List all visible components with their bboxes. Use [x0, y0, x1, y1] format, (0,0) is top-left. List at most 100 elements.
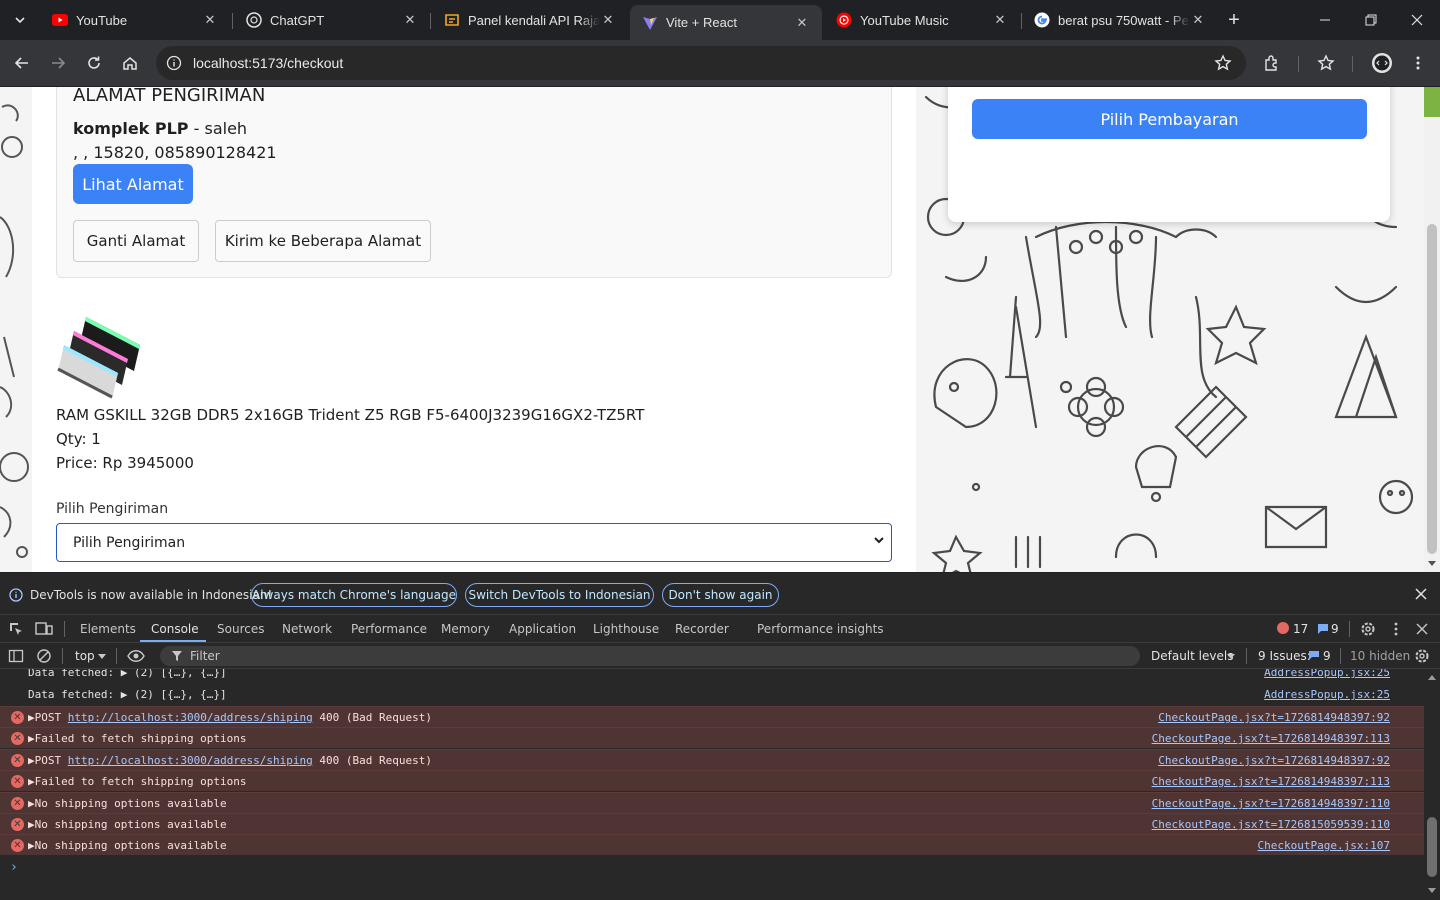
change-address-button[interactable]: Ganti Alamat	[73, 220, 199, 262]
tab-search-button[interactable]	[6, 6, 34, 34]
browser-tab[interactable]: Panel kendali API Raja Ongkir ✕	[432, 0, 628, 40]
devtools-tab-network[interactable]: Network	[282, 622, 332, 636]
issues-count[interactable]: 9	[1323, 649, 1331, 663]
close-icon[interactable]: ✕	[402, 12, 418, 28]
multi-address-button[interactable]: Kirim ke Beberapa Alamat	[215, 220, 431, 262]
console-prompt[interactable]: ›	[0, 856, 1424, 900]
source-link[interactable]: CheckoutPage.jsx?t=1726814948397:113	[1152, 775, 1390, 788]
minimize-button[interactable]	[1302, 0, 1348, 40]
devtools-tab-memory[interactable]: Memory	[441, 622, 490, 636]
scrollbar-thumb[interactable]	[1427, 224, 1437, 554]
console-log-row: Data fetched: ▶ (2) [{…}, {…}] AddressPo…	[0, 669, 1424, 683]
error-icon: ✕	[11, 797, 24, 810]
devtools-tab-performance-insights[interactable]: Performance insights	[757, 622, 884, 636]
console-error-row: ✕ ▶No shipping options available Checkou…	[0, 813, 1424, 834]
close-icon[interactable]: ✕	[202, 12, 218, 28]
match-language-button[interactable]: Always match Chrome's language	[251, 583, 457, 607]
console-scrollbar[interactable]	[1424, 669, 1440, 900]
forward-button[interactable]	[44, 49, 72, 77]
close-icon[interactable]: ✕	[600, 12, 616, 28]
browser-tab[interactable]: berat psu 750watt - Penelusuran Google ✕	[1022, 0, 1218, 40]
new-tab-button[interactable]: +	[1212, 0, 1256, 40]
devtools-tab-sources[interactable]: Sources	[217, 622, 264, 636]
source-link[interactable]: AddressPopup.jsx:25	[1264, 688, 1390, 701]
context-select[interactable]: top	[75, 649, 95, 663]
dont-show-button[interactable]: Don't show again	[662, 583, 779, 607]
source-link[interactable]: CheckoutPage.jsx?t=1726814948397:92	[1158, 754, 1390, 767]
address-recipient: saleh	[204, 119, 248, 138]
scrollbar-thumb[interactable]	[1427, 817, 1437, 877]
product-price: Price: Rp 3945000	[56, 454, 194, 472]
request-url-link[interactable]: http://localhost:3000/address/shiping	[68, 754, 313, 767]
sidebar-icon[interactable]	[8, 648, 24, 664]
close-window-button[interactable]	[1394, 0, 1440, 40]
clear-console-icon[interactable]	[36, 648, 52, 664]
log-levels-select[interactable]: Default levels	[1151, 649, 1233, 663]
menu-button[interactable]	[1404, 49, 1432, 77]
checkout-main: ALAMAT PENGIRIMAN komplek PLP - saleh , …	[32, 87, 916, 572]
close-icon[interactable]: ✕	[992, 12, 1008, 28]
restore-button[interactable]	[1348, 0, 1394, 40]
inspect-icon[interactable]	[8, 621, 24, 637]
browser-tab[interactable]: YouTube ✕	[40, 0, 230, 40]
profile-button[interactable]	[1368, 49, 1396, 77]
extensions-button[interactable]	[1258, 49, 1286, 77]
bookmarks-button[interactable]	[1312, 49, 1340, 77]
scroll-down-icon[interactable]	[1424, 558, 1440, 570]
back-button[interactable]	[8, 49, 36, 77]
devtools-tab-console[interactable]: Console	[151, 622, 199, 636]
reload-icon	[88, 56, 100, 69]
scroll-up-icon[interactable]	[1424, 673, 1440, 683]
devtools-tab-performance[interactable]: Performance	[351, 622, 427, 636]
devtools-language-banner: DevTools is now available in Indonesian!…	[0, 573, 1440, 615]
google-icon	[1034, 12, 1050, 28]
devtools-tab-lighthouse[interactable]: Lighthouse	[593, 622, 659, 636]
issues-label[interactable]: 9 Issues:	[1258, 649, 1311, 663]
browser-tab[interactable]: YouTube Music ✕	[824, 0, 1020, 40]
console-filter-input[interactable]: Filter	[160, 646, 1140, 666]
devtools-tab-elements[interactable]: Elements	[80, 622, 136, 636]
view-address-button[interactable]: Lihat Alamat	[73, 164, 193, 204]
scroll-down-icon[interactable]	[1424, 885, 1440, 895]
doodle-background	[0, 87, 32, 572]
close-icon[interactable]: ✕	[794, 15, 810, 31]
source-link[interactable]: CheckoutPage.jsx?t=1726815059539:110	[1152, 818, 1390, 831]
payment-button[interactable]: Pilih Pembayaran	[972, 99, 1367, 139]
request-url-link[interactable]: http://localhost:3000/address/shiping	[68, 711, 313, 724]
gear-icon[interactable]	[1414, 648, 1430, 664]
error-icon: ✕	[11, 711, 24, 724]
source-link[interactable]: CheckoutPage.jsx?t=1726814948397:110	[1152, 797, 1390, 810]
source-link[interactable]: CheckoutPage.jsx?t=1726814948397:92	[1158, 711, 1390, 724]
source-link[interactable]: CheckoutPage.jsx:107	[1258, 839, 1390, 852]
gear-icon[interactable]	[1360, 621, 1376, 637]
device-toolbar-icon[interactable]	[35, 621, 53, 637]
message-count[interactable]: 9	[1331, 622, 1339, 636]
devtools-tab-recorder[interactable]: Recorder	[675, 622, 729, 636]
console-error-row: ✕ ▶No shipping options available Checkou…	[0, 792, 1424, 813]
console-error-row: ✕ ▶No shipping options available Checkou…	[0, 834, 1424, 855]
eye-icon[interactable]	[127, 649, 145, 663]
source-link[interactable]: CheckoutPage.jsx?t=1726814948397:113	[1152, 732, 1390, 745]
error-count[interactable]: 17	[1293, 622, 1308, 636]
close-icon[interactable]: ✕	[1190, 12, 1206, 28]
source-link[interactable]: AddressPopup.jsx:25	[1264, 669, 1390, 679]
address-bar[interactable]: localhost:5173/checkout	[156, 46, 1246, 80]
product-qty: Qty: 1	[56, 430, 101, 448]
home-button[interactable]	[116, 49, 144, 77]
more-vertical-icon[interactable]	[1388, 621, 1404, 637]
console-error-row: ✕ ▶Failed to fetch shipping options Chec…	[0, 727, 1424, 748]
browser-tab-active[interactable]: Vite + React ✕	[630, 5, 822, 40]
browser-toolbar: localhost:5173/checkout	[0, 40, 1440, 86]
page-scrollbar[interactable]	[1424, 87, 1440, 572]
console-error-row: ✕ ▶POST http://localhost:3000/address/sh…	[0, 749, 1424, 770]
browser-tab[interactable]: ChatGPT ✕	[234, 0, 430, 40]
reload-button[interactable]	[80, 49, 108, 77]
message-icon	[1318, 624, 1328, 634]
switch-language-button[interactable]: Switch DevTools to Indonesian	[465, 583, 654, 607]
shipping-select[interactable]: Pilih Pengiriman	[56, 523, 892, 562]
close-icon[interactable]	[1416, 623, 1428, 635]
bookmark-star-icon[interactable]	[1214, 54, 1232, 72]
devtools-tab-application[interactable]: Application	[509, 622, 576, 636]
close-icon[interactable]	[1415, 588, 1427, 600]
info-icon[interactable]	[166, 55, 182, 71]
